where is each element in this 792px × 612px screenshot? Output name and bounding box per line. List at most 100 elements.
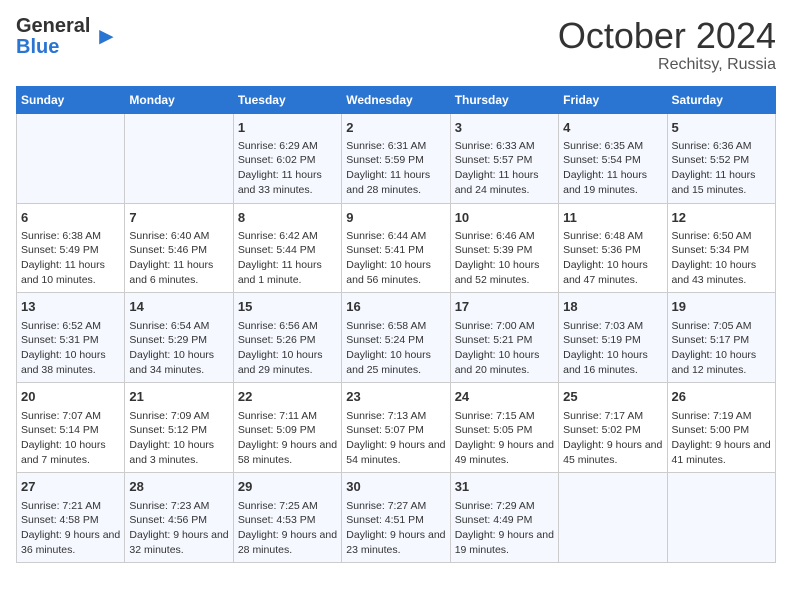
header-tuesday: Tuesday bbox=[233, 86, 341, 113]
calendar-header-row: SundayMondayTuesdayWednesdayThursdayFrid… bbox=[17, 86, 776, 113]
header-monday: Monday bbox=[125, 86, 233, 113]
day-info: Sunrise: 7:07 AM Sunset: 5:14 PM Dayligh… bbox=[21, 409, 120, 468]
calendar-cell: 8 Sunrise: 6:42 AM Sunset: 5:44 PM Daylig… bbox=[233, 203, 341, 293]
day-number: 9 bbox=[346, 209, 445, 227]
day-info: Sunrise: 7:23 AM Sunset: 4:56 PM Dayligh… bbox=[129, 499, 228, 558]
calendar-cell bbox=[667, 473, 775, 563]
day-info: Sunrise: 6:42 AM Sunset: 5:44 PM Dayligh… bbox=[238, 229, 337, 288]
calendar-row: 6 Sunrise: 6:38 AM Sunset: 5:49 PM Daylig… bbox=[17, 203, 776, 293]
calendar-cell: 13 Sunrise: 6:52 AM Sunset: 5:31 PM Dayli… bbox=[17, 293, 125, 383]
month-title: October 2024 bbox=[558, 16, 776, 56]
day-info: Sunrise: 7:15 AM Sunset: 5:05 PM Dayligh… bbox=[455, 409, 554, 468]
calendar-cell: 10 Sunrise: 6:46 AM Sunset: 5:39 PM Dayli… bbox=[450, 203, 558, 293]
day-info: Sunrise: 7:17 AM Sunset: 5:02 PM Dayligh… bbox=[563, 409, 662, 468]
day-info: Sunrise: 6:52 AM Sunset: 5:31 PM Dayligh… bbox=[21, 319, 120, 378]
day-number: 8 bbox=[238, 209, 337, 227]
calendar-cell: 20 Sunrise: 7:07 AM Sunset: 5:14 PM Dayli… bbox=[17, 383, 125, 473]
day-number: 1 bbox=[238, 119, 337, 137]
day-info: Sunrise: 6:58 AM Sunset: 5:24 PM Dayligh… bbox=[346, 319, 445, 378]
calendar-cell: 7 Sunrise: 6:40 AM Sunset: 5:46 PM Daylig… bbox=[125, 203, 233, 293]
location-title: Rechitsy, Russia bbox=[558, 56, 776, 74]
day-number: 24 bbox=[455, 388, 554, 406]
day-number: 2 bbox=[346, 119, 445, 137]
logo-blue-text: Blue bbox=[16, 36, 59, 58]
day-info: Sunrise: 6:36 AM Sunset: 5:52 PM Dayligh… bbox=[672, 139, 771, 198]
day-number: 26 bbox=[672, 388, 771, 406]
day-info: Sunrise: 6:54 AM Sunset: 5:29 PM Dayligh… bbox=[129, 319, 228, 378]
calendar-cell: 5Sunrise: 6:36 AM Sunset: 5:52 PM Daylig… bbox=[667, 113, 775, 203]
day-number: 25 bbox=[563, 388, 662, 406]
header-thursday: Thursday bbox=[450, 86, 558, 113]
calendar-cell: 22Sunrise: 7:11 AM Sunset: 5:09 PM Dayli… bbox=[233, 383, 341, 473]
day-info: Sunrise: 6:48 AM Sunset: 5:36 PM Dayligh… bbox=[563, 229, 662, 288]
day-number: 14 bbox=[129, 298, 228, 316]
day-info: Sunrise: 7:00 AM Sunset: 5:21 PM Dayligh… bbox=[455, 319, 554, 378]
day-number: 12 bbox=[672, 209, 771, 227]
header-sunday: Sunday bbox=[17, 86, 125, 113]
calendar-cell: 25 Sunrise: 7:17 AM Sunset: 5:02 PM Dayli… bbox=[559, 383, 667, 473]
calendar-cell: 15 Sunrise: 6:56 AM Sunset: 5:26 PM Dayli… bbox=[233, 293, 341, 383]
day-number: 6 bbox=[21, 209, 120, 227]
day-info: Sunrise: 7:29 AM Sunset: 4:49 PM Dayligh… bbox=[455, 499, 554, 558]
calendar-cell: 28 Sunrise: 7:23 AM Sunset: 4:56 PM Dayli… bbox=[125, 473, 233, 563]
day-number: 10 bbox=[455, 209, 554, 227]
day-info: Sunrise: 6:33 AM Sunset: 5:57 PM Dayligh… bbox=[455, 139, 554, 198]
day-info: Sunrise: 7:05 AM Sunset: 5:17 PM Dayligh… bbox=[672, 319, 771, 378]
day-number: 13 bbox=[21, 298, 120, 316]
calendar-cell bbox=[559, 473, 667, 563]
day-number: 4 bbox=[563, 119, 662, 137]
calendar-cell: 30 Sunrise: 7:27 AM Sunset: 4:51 PM Dayli… bbox=[342, 473, 450, 563]
calendar-cell: 9 Sunrise: 6:44 AM Sunset: 5:41 PM Daylig… bbox=[342, 203, 450, 293]
day-info: Sunrise: 6:31 AM Sunset: 5:59 PM Dayligh… bbox=[346, 139, 445, 198]
calendar-cell bbox=[17, 113, 125, 203]
calendar-cell: 27 Sunrise: 7:21 AM Sunset: 4:58 PM Dayli… bbox=[17, 473, 125, 563]
day-number: 3 bbox=[455, 119, 554, 137]
title-block: October 2024 Rechitsy, Russia bbox=[558, 16, 776, 74]
day-info: Sunrise: 6:38 AM Sunset: 5:49 PM Dayligh… bbox=[21, 229, 120, 288]
calendar-cell: 19 Sunrise: 7:05 AM Sunset: 5:17 PM Dayli… bbox=[667, 293, 775, 383]
day-info: Sunrise: 6:40 AM Sunset: 5:46 PM Dayligh… bbox=[129, 229, 228, 288]
header-friday: Friday bbox=[559, 86, 667, 113]
day-number: 28 bbox=[129, 478, 228, 496]
calendar-cell: 11Sunrise: 6:48 AM Sunset: 5:36 PM Dayli… bbox=[559, 203, 667, 293]
calendar-cell: 16Sunrise: 6:58 AM Sunset: 5:24 PM Dayli… bbox=[342, 293, 450, 383]
day-info: Sunrise: 6:29 AM Sunset: 6:02 PM Dayligh… bbox=[238, 139, 337, 198]
day-number: 18 bbox=[563, 298, 662, 316]
day-number: 23 bbox=[346, 388, 445, 406]
day-info: Sunrise: 6:44 AM Sunset: 5:41 PM Dayligh… bbox=[346, 229, 445, 288]
day-info: Sunrise: 6:46 AM Sunset: 5:39 PM Dayligh… bbox=[455, 229, 554, 288]
day-info: Sunrise: 6:56 AM Sunset: 5:26 PM Dayligh… bbox=[238, 319, 337, 378]
logo: General Blue ► bbox=[16, 16, 118, 58]
calendar-cell: 4 Sunrise: 6:35 AM Sunset: 5:54 PM Daylig… bbox=[559, 113, 667, 203]
calendar-cell: 12Sunrise: 6:50 AM Sunset: 5:34 PM Dayli… bbox=[667, 203, 775, 293]
header-wednesday: Wednesday bbox=[342, 86, 450, 113]
day-number: 7 bbox=[129, 209, 228, 227]
day-number: 19 bbox=[672, 298, 771, 316]
calendar-cell: 26Sunrise: 7:19 AM Sunset: 5:00 PM Dayli… bbox=[667, 383, 775, 473]
calendar-row: 1 Sunrise: 6:29 AM Sunset: 6:02 PM Daylig… bbox=[17, 113, 776, 203]
day-number: 31 bbox=[455, 478, 554, 496]
day-info: Sunrise: 7:27 AM Sunset: 4:51 PM Dayligh… bbox=[346, 499, 445, 558]
day-number: 15 bbox=[238, 298, 337, 316]
calendar-cell: 29Sunrise: 7:25 AM Sunset: 4:53 PM Dayli… bbox=[233, 473, 341, 563]
logo-bird-icon: ► bbox=[94, 23, 118, 51]
calendar-cell: 14 Sunrise: 6:54 AM Sunset: 5:29 PM Dayli… bbox=[125, 293, 233, 383]
calendar-cell: 21Sunrise: 7:09 AM Sunset: 5:12 PM Dayli… bbox=[125, 383, 233, 473]
day-number: 30 bbox=[346, 478, 445, 496]
header-saturday: Saturday bbox=[667, 86, 775, 113]
day-info: Sunrise: 7:21 AM Sunset: 4:58 PM Dayligh… bbox=[21, 499, 120, 558]
calendar-cell bbox=[125, 113, 233, 203]
day-number: 20 bbox=[21, 388, 120, 406]
day-info: Sunrise: 6:35 AM Sunset: 5:54 PM Dayligh… bbox=[563, 139, 662, 198]
day-number: 27 bbox=[21, 478, 120, 496]
day-info: Sunrise: 7:11 AM Sunset: 5:09 PM Dayligh… bbox=[238, 409, 337, 468]
calendar-row: 13 Sunrise: 6:52 AM Sunset: 5:31 PM Dayli… bbox=[17, 293, 776, 383]
calendar-table: SundayMondayTuesdayWednesdayThursdayFrid… bbox=[16, 86, 776, 564]
logo-general-text: General bbox=[16, 15, 90, 37]
calendar-cell: 23Sunrise: 7:13 AM Sunset: 5:07 PM Dayli… bbox=[342, 383, 450, 473]
day-number: 17 bbox=[455, 298, 554, 316]
day-number: 29 bbox=[238, 478, 337, 496]
calendar-cell: 17 Sunrise: 7:00 AM Sunset: 5:21 PM Dayli… bbox=[450, 293, 558, 383]
day-info: Sunrise: 7:03 AM Sunset: 5:19 PM Dayligh… bbox=[563, 319, 662, 378]
day-number: 21 bbox=[129, 388, 228, 406]
